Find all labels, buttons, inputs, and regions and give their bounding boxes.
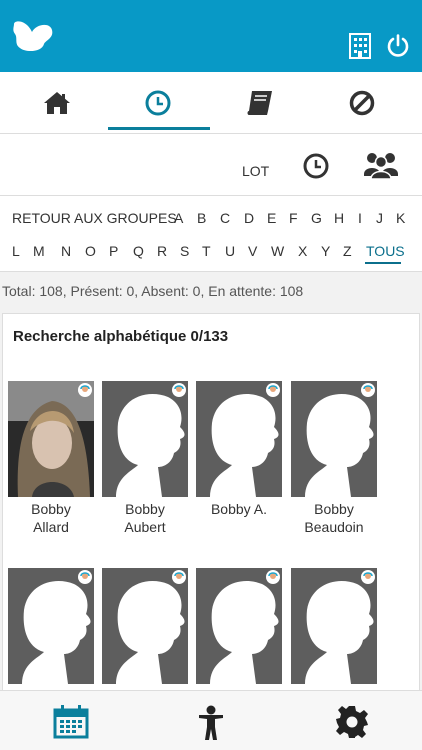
letter-c[interactable]: C <box>220 210 230 226</box>
placeholder-silhouette <box>8 568 94 684</box>
block-icon <box>349 90 375 116</box>
active-tab-indicator <box>108 127 210 130</box>
status-badge <box>361 570 375 584</box>
building-icon[interactable] <box>349 33 371 64</box>
student-photo <box>8 381 94 497</box>
letter-v[interactable]: V <box>248 243 257 259</box>
search-title: Recherche alphabétique 0/133 <box>13 328 229 345</box>
letter-j[interactable]: J <box>376 210 383 226</box>
letter-d[interactable]: D <box>244 210 254 226</box>
home-icon <box>44 92 70 114</box>
bottom-nav <box>0 690 422 750</box>
tab-home[interactable] <box>7 72 107 134</box>
app-header <box>0 0 422 72</box>
settings-icon[interactable] <box>335 705 369 744</box>
letter-x[interactable]: X <box>298 243 307 259</box>
tab-absences[interactable] <box>312 72 412 134</box>
active-letter-indicator <box>365 262 401 264</box>
letter-n[interactable]: N <box>61 243 71 259</box>
letter-z[interactable]: Z <box>343 243 352 259</box>
status-badge <box>172 570 186 584</box>
letter-r[interactable]: R <box>157 243 167 259</box>
student-name: Bobby Beaudoin <box>304 501 364 535</box>
placeholder-silhouette <box>196 381 282 497</box>
tab-journal[interactable] <box>210 72 310 134</box>
letter-t[interactable]: T <box>202 243 211 259</box>
letter-h[interactable]: H <box>334 210 344 226</box>
status-badge <box>172 383 186 397</box>
lot-toolbar: LOT <box>0 134 422 196</box>
letter-a[interactable]: A <box>174 210 183 226</box>
butterfly-logo-icon <box>12 20 54 59</box>
group-icon[interactable] <box>364 150 398 185</box>
letter-p[interactable]: P <box>109 243 118 259</box>
letter-y[interactable]: Y <box>321 243 330 259</box>
main-tabs <box>0 72 422 134</box>
letter-all[interactable]: TOUS <box>366 243 405 259</box>
letter-o[interactable]: O <box>85 243 96 259</box>
clock-icon[interactable] <box>303 153 329 184</box>
tab-attendance[interactable] <box>108 72 208 134</box>
status-badge <box>266 570 280 584</box>
attendance-summary: Total: 108, Présent: 0, Absent: 0, En at… <box>2 283 304 299</box>
letter-k[interactable]: K <box>396 210 405 226</box>
letter-q[interactable]: Q <box>133 243 144 259</box>
letter-i[interactable]: I <box>358 210 362 226</box>
status-badge <box>78 383 92 397</box>
back-to-groups-link[interactable]: RETOUR AUX GROUPES <box>12 210 177 226</box>
calendar-icon[interactable] <box>53 705 89 744</box>
letter-e[interactable]: E <box>267 210 276 226</box>
placeholder-silhouette <box>291 381 377 497</box>
book-icon <box>247 91 272 115</box>
status-badge <box>266 383 280 397</box>
student-name: Bobby Allard <box>31 501 71 535</box>
child-icon[interactable] <box>198 705 224 746</box>
letter-b[interactable]: B <box>197 210 206 226</box>
placeholder-silhouette <box>102 381 188 497</box>
power-icon[interactable] <box>386 34 410 63</box>
status-badge <box>78 570 92 584</box>
student-list-panel: Recherche alphabétique 0/133 Bobby Allard… <box>2 313 420 693</box>
placeholder-silhouette <box>102 568 188 684</box>
letter-u[interactable]: U <box>225 243 235 259</box>
student-name: Bobby Aubert <box>124 501 166 535</box>
letter-w[interactable]: W <box>271 243 284 259</box>
letter-g[interactable]: G <box>311 210 322 226</box>
letter-m[interactable]: M <box>33 243 45 259</box>
placeholder-silhouette <box>196 568 282 684</box>
letter-s[interactable]: S <box>180 243 189 259</box>
letter-l[interactable]: L <box>12 243 20 259</box>
lot-button[interactable]: LOT <box>242 163 269 179</box>
status-badge <box>361 383 375 397</box>
placeholder-silhouette <box>291 568 377 684</box>
alphabet-filter: RETOUR AUX GROUPES A B C D E F G H I J K… <box>0 196 422 272</box>
student-name: Bobby A. <box>210 501 268 517</box>
letter-f[interactable]: F <box>289 210 298 226</box>
clock-icon <box>145 90 171 116</box>
